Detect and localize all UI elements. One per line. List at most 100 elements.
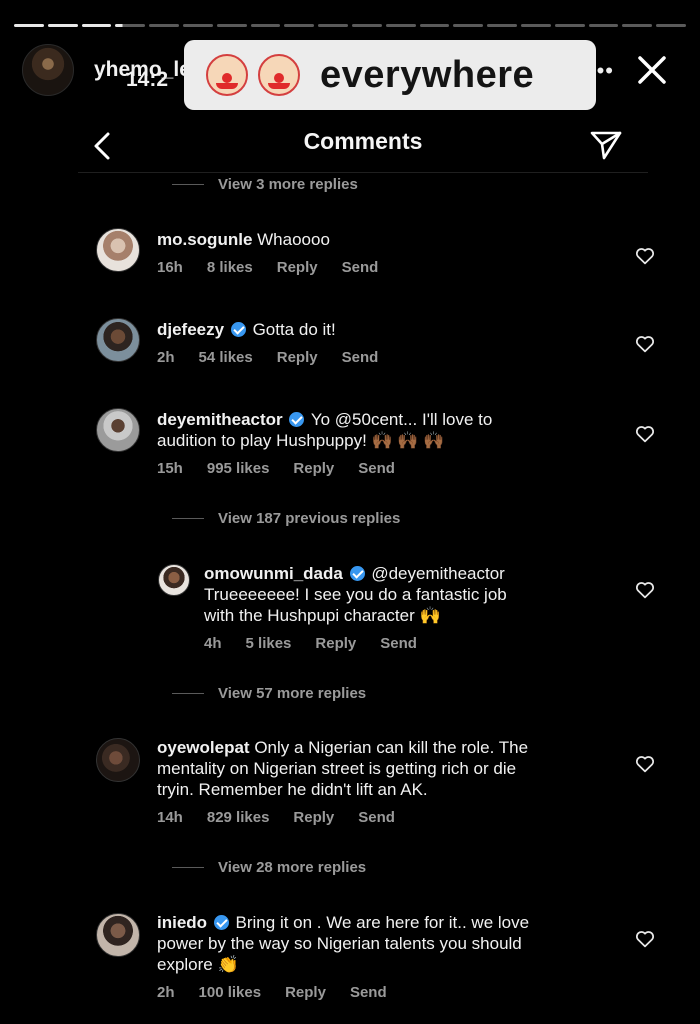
comment-meta: 4h 5 likes Reply Send bbox=[204, 635, 441, 652]
send-button[interactable]: Send bbox=[358, 460, 395, 477]
comment-body-line: @deyemitheactor bbox=[371, 564, 505, 583]
progress-segment bbox=[419, 24, 450, 27]
reply-button[interactable]: Reply bbox=[293, 460, 334, 477]
send-button[interactable]: Send bbox=[380, 635, 417, 652]
comment-time: 16h bbox=[157, 259, 183, 276]
comment-body-line: with the Hushpupi character 🙌 bbox=[204, 606, 441, 625]
verified-badge-icon bbox=[213, 915, 229, 930]
comment-body-line: Only a Nigerian can kill the role. The bbox=[254, 738, 529, 757]
comment-text: mo.sogunle Whaoooo bbox=[157, 229, 330, 250]
comment-item: oyewolepat Only a Nigerian can kill the … bbox=[96, 736, 656, 830]
comment-body-line: Gotta do it! bbox=[252, 320, 336, 339]
comment-body-line: mentality on Nigerian street is getting … bbox=[157, 759, 517, 778]
avatar[interactable] bbox=[158, 564, 190, 596]
view-more-label: View 57 more replies bbox=[218, 685, 367, 702]
reply-button[interactable]: Reply bbox=[315, 635, 356, 652]
progress-segment bbox=[149, 24, 179, 27]
avatar[interactable] bbox=[96, 318, 140, 362]
comment-likes[interactable]: 829 likes bbox=[207, 809, 270, 826]
heart-icon[interactable] bbox=[634, 579, 656, 601]
progress-segment bbox=[182, 24, 213, 27]
comment-body-line: Trueeeeeee! I see you do a fantastic job bbox=[204, 585, 507, 604]
comment-username[interactable]: deyemitheactor bbox=[157, 410, 283, 429]
comment-item: mo.sogunle Whaoooo 16h 8 likes Reply Sen… bbox=[96, 226, 656, 286]
comment-likes[interactable]: 5 likes bbox=[246, 635, 292, 652]
view-more-replies-button[interactable]: View 3 more replies bbox=[172, 176, 358, 193]
view-more-label: View 187 previous replies bbox=[218, 510, 401, 527]
view-more-replies-button[interactable]: View 57 more replies bbox=[172, 685, 366, 702]
clown-face-icon bbox=[258, 54, 300, 96]
heart-icon[interactable] bbox=[634, 928, 656, 950]
comment-username[interactable]: omowunmi_dada bbox=[204, 564, 343, 583]
comment-likes[interactable]: 54 likes bbox=[199, 349, 253, 366]
send-button[interactable]: Send bbox=[342, 349, 379, 366]
comment-item: djefeezy Gotta do it! 2h 54 likes Reply … bbox=[96, 316, 656, 376]
progress-segment bbox=[622, 24, 653, 27]
divider-line bbox=[172, 184, 204, 185]
story-time: 14:2 bbox=[126, 68, 169, 91]
verified-badge-icon bbox=[349, 566, 365, 581]
comment-time: 2h bbox=[157, 349, 175, 366]
avatar[interactable] bbox=[96, 408, 140, 452]
reply-item: omowunmi_dada @deyemitheactor Trueeeeeee… bbox=[158, 562, 656, 656]
progress-segment bbox=[487, 24, 517, 27]
heart-icon[interactable] bbox=[634, 333, 656, 355]
verified-badge-icon bbox=[230, 322, 246, 337]
avatar[interactable] bbox=[96, 738, 140, 782]
avatar[interactable] bbox=[96, 913, 140, 957]
comment-meta: 2h 100 likes Reply Send bbox=[157, 984, 411, 1001]
comment-username[interactable]: djefeezy bbox=[157, 320, 224, 339]
progress-segment bbox=[554, 24, 585, 27]
comment-meta: 16h 8 likes Reply Send bbox=[157, 259, 402, 276]
clown-face-icon bbox=[206, 54, 248, 96]
send-button[interactable]: Send bbox=[350, 984, 387, 1001]
comment-body-line: power by the way so Nigerian talents you… bbox=[157, 934, 522, 953]
comment-username[interactable]: oyewolepat bbox=[157, 738, 250, 757]
send-button[interactable]: Send bbox=[358, 809, 395, 826]
heart-icon[interactable] bbox=[634, 245, 656, 267]
comments-header: Comments bbox=[78, 118, 648, 173]
view-previous-replies-button[interactable]: View 187 previous replies bbox=[172, 510, 400, 527]
progress-segment bbox=[216, 24, 247, 27]
reply-button[interactable]: Reply bbox=[277, 349, 318, 366]
comment-body-line: explore 👏 bbox=[157, 955, 239, 974]
comment-body-line: audition to play Hushpuppy! 🙌🏾 🙌🏾 🙌🏾 bbox=[157, 431, 445, 450]
progress-segment bbox=[453, 24, 484, 27]
comment-text: omowunmi_dada @deyemitheactor Trueeeeeee… bbox=[204, 563, 507, 626]
close-icon[interactable] bbox=[632, 50, 672, 90]
progress-segment bbox=[14, 24, 44, 27]
progress-segment bbox=[284, 24, 315, 27]
progress-segment bbox=[656, 24, 686, 27]
send-icon[interactable] bbox=[586, 124, 626, 164]
comment-likes[interactable]: 100 likes bbox=[199, 984, 262, 1001]
reply-button[interactable]: Reply bbox=[285, 984, 326, 1001]
heart-icon[interactable] bbox=[634, 423, 656, 445]
comment-username[interactable]: iniedo bbox=[157, 913, 207, 932]
comment-item: deyemitheactor Yo @50cent... I'll love t… bbox=[96, 406, 656, 478]
progress-segment bbox=[520, 24, 551, 27]
comment-text: oyewolepat Only a Nigerian can kill the … bbox=[157, 737, 528, 800]
story-avatar[interactable] bbox=[22, 44, 74, 96]
comment-body-line: Bring it on . We are here for it.. we lo… bbox=[235, 913, 530, 932]
comment-time: 15h bbox=[157, 460, 183, 477]
send-button[interactable]: Send bbox=[342, 259, 379, 276]
comment-username[interactable]: mo.sogunle bbox=[157, 230, 252, 249]
view-more-replies-button[interactable]: View 28 more replies bbox=[172, 859, 366, 876]
comment-body-line: tryin. Remember he didn't lift an AK. bbox=[157, 780, 428, 799]
comment-item: iniedo Bring it on . We are here for it.… bbox=[96, 911, 656, 1005]
comment-time: 2h bbox=[157, 984, 175, 1001]
avatar[interactable] bbox=[96, 228, 140, 272]
progress-segment bbox=[588, 24, 619, 27]
reply-button[interactable]: Reply bbox=[277, 259, 318, 276]
sticker-text: everywhere bbox=[320, 53, 535, 96]
progress-segment bbox=[250, 24, 281, 27]
comment-likes[interactable]: 8 likes bbox=[207, 259, 253, 276]
divider-line bbox=[172, 693, 204, 694]
comment-likes[interactable]: 995 likes bbox=[207, 460, 270, 477]
comment-meta: 2h 54 likes Reply Send bbox=[157, 349, 402, 366]
progress-segment bbox=[351, 24, 382, 27]
heart-icon[interactable] bbox=[634, 753, 656, 775]
story-progress-bar bbox=[14, 24, 686, 27]
reply-button[interactable]: Reply bbox=[293, 809, 334, 826]
progress-segment-current bbox=[115, 24, 146, 27]
